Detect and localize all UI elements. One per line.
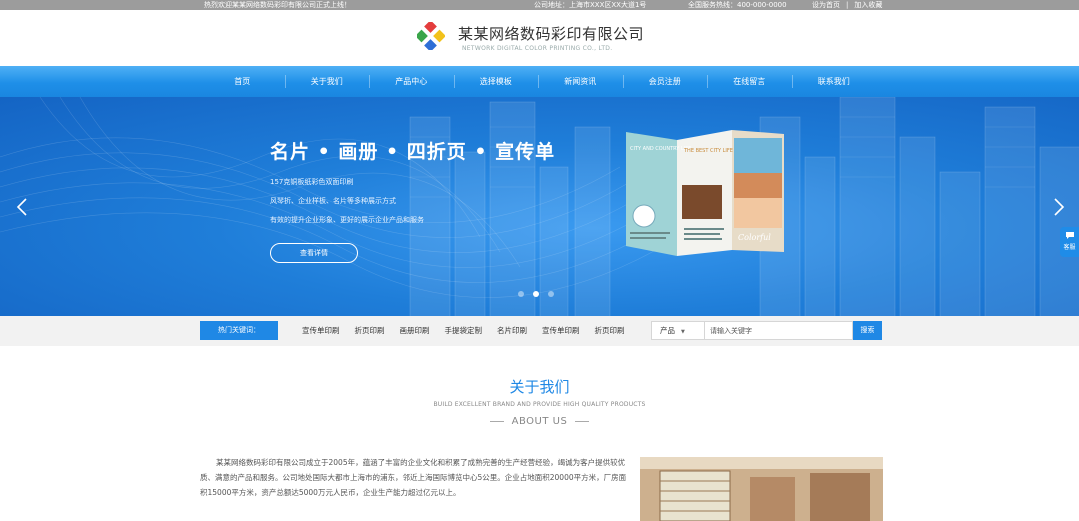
chevron-down-icon: ▼ [681, 329, 685, 335]
main-nav: 首页 关于我们 产品中心 选择模板 新闻资讯 会员注册 在线留言 联系我们 [0, 66, 1079, 97]
welcome-text: 热烈欢迎某某网络数码彩印有限公司正式上线！ [204, 1, 351, 9]
banner-title: 名片 • 画册 • 四折页 • 宣传单 [270, 141, 556, 163]
nav-about[interactable]: 关于我们 [284, 66, 370, 97]
keyword-link[interactable]: 折页印刷 [355, 316, 385, 346]
search-category-select[interactable]: 产品 ▼ [651, 321, 705, 340]
banner-line-1: 157克铜板纸彩色双面印刷 [270, 178, 354, 186]
about-subtitle-en: BUILD EXCELLENT BRAND AND PROVIDE HIGH Q… [433, 401, 646, 408]
search-button[interactable]: 搜索 [853, 321, 882, 340]
company-name-en: NETWORK DIGITAL COLOR PRINTING CO., LTD. [462, 45, 613, 52]
divider-right [575, 420, 590, 422]
nav-products[interactable]: 产品中心 [369, 66, 454, 97]
top-links: 设为首页 | 加入收藏 [812, 0, 882, 10]
about-description: 某某网络数码彩印有限公司成立于2005年，蕴涵了丰富的企业文化和积累了成熟完善的… [200, 458, 627, 497]
about-title: 关于我们 [509, 378, 570, 396]
brochure-inner-text: THE BEST CITY LIFE [683, 148, 733, 154]
keyword-link[interactable]: 手提袋定制 [445, 316, 483, 346]
search-box: 产品 ▼ 搜索 [651, 321, 882, 340]
nav-home[interactable]: 首页 [200, 66, 285, 97]
nav-message[interactable]: 在线留言 [707, 66, 792, 97]
nav-register[interactable]: 会员注册 [622, 66, 708, 97]
about-label-text: ABOUT US [511, 416, 568, 427]
about-label: ABOUT US [0, 416, 1079, 427]
company-address: 公司地址：上海市XXX区XX大道1号 [534, 1, 647, 9]
slide-dot-3[interactable] [548, 291, 554, 297]
about-company-photo [640, 457, 883, 521]
city-skyline-background [0, 97, 1079, 316]
banner-line-3: 有效的提升企业形象、更好的展示企业产品和服务 [270, 216, 424, 224]
hot-keywords-label: 热门关键词： [200, 321, 278, 340]
keyword-list: 宣传单印刷 折页印刷 画册印刷 手提袋定制 名片印刷 宣传单印刷 折页印刷 [302, 316, 625, 346]
site-header: 某某网络数码彩印有限公司 NETWORK DIGITAL COLOR PRINT… [0, 10, 1079, 66]
add-favorite-link[interactable]: 加入收藏 [854, 1, 882, 9]
prev-slide-icon[interactable] [16, 197, 28, 217]
keyword-link[interactable]: 画册印刷 [400, 316, 430, 346]
keyword-link[interactable]: 宣传单印刷 [542, 316, 580, 346]
banner-line-2: 风琴折、企业样板、名片等多种展示方式 [270, 197, 396, 205]
nav-contact[interactable]: 联系我们 [791, 66, 877, 97]
keyword-link[interactable]: 宣传单印刷 [302, 316, 340, 346]
search-input[interactable] [705, 321, 853, 340]
divider-left [489, 420, 504, 422]
top-links-separator: | [846, 1, 849, 9]
slide-indicators [518, 291, 554, 297]
next-slide-icon[interactable] [1053, 197, 1065, 217]
top-bar: 热烈欢迎某某网络数码彩印有限公司正式上线！ 公司地址：上海市XXX区XX大道1号… [0, 0, 1079, 10]
customer-service-label: 客服 [1063, 244, 1076, 251]
nav-news[interactable]: 新闻资讯 [538, 66, 623, 97]
set-home-link[interactable]: 设为首页 [812, 1, 840, 9]
chat-icon [1065, 232, 1074, 239]
company-name: 某某网络数码彩印有限公司 [458, 25, 645, 43]
brochure-colorful-text: Colorful [738, 233, 771, 242]
keyword-link[interactable]: 折页印刷 [595, 316, 625, 346]
slide-dot-2[interactable] [533, 291, 539, 297]
slide-dot-1[interactable] [518, 291, 524, 297]
search-category-value: 产品 [660, 326, 675, 335]
banner-detail-button[interactable]: 查看详情 [270, 243, 358, 263]
brochure-cover-text: CITY AND COUNTRY LIFE [630, 146, 691, 152]
keyword-bar: 热门关键词： 宣传单印刷 折页印刷 画册印刷 手提袋定制 名片印刷 宣传单印刷 … [0, 316, 1079, 346]
customer-service-tab[interactable]: 客服 [1060, 227, 1079, 257]
brochure-image: CITY AND COUNTRY LIFE THE BEST CITY LIFE… [626, 130, 784, 256]
logo-icon[interactable] [417, 22, 445, 50]
service-hotline: 全国服务热线：400-000-0000 [688, 1, 787, 9]
nav-templates[interactable]: 选择模板 [453, 66, 539, 97]
hero-banner: 名片 • 画册 • 四折页 • 宣传单 157克铜板纸彩色双面印刷 风琴折、企业… [0, 97, 1079, 316]
keyword-link[interactable]: 名片印刷 [497, 316, 527, 346]
